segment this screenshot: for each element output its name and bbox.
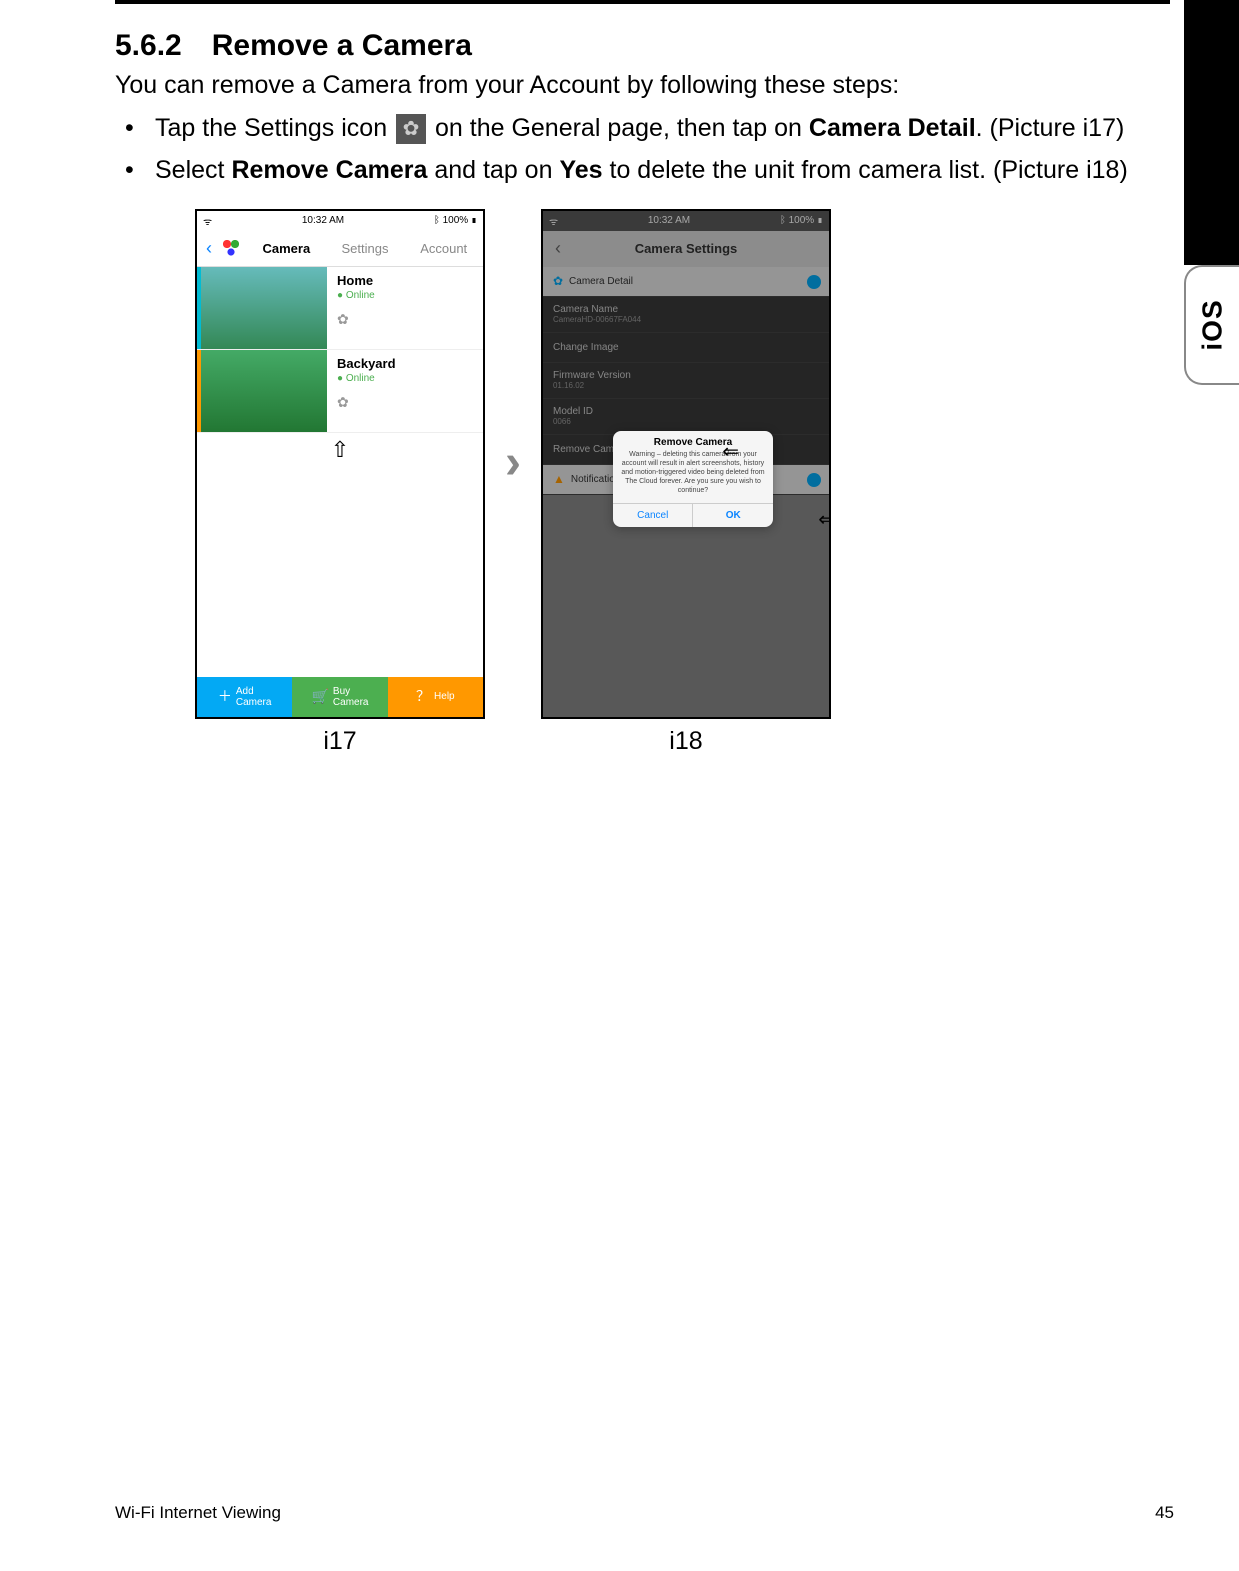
chevron-right-icon: › <box>505 435 521 490</box>
footer-left: Wi-Fi Internet Viewing <box>115 1503 281 1523</box>
camera-row-home[interactable]: Home Online ✿ <box>197 267 483 350</box>
ios-side-tab: iOS <box>1184 265 1239 385</box>
gear-icon[interactable]: ✿ <box>337 311 473 328</box>
bottom-bar: ＋Add Camera 🛒Buy Camera ？Help <box>197 677 483 717</box>
camera-thumbnail <box>197 350 327 432</box>
top-tabs: ‹ Camera Settings Account <box>197 231 483 267</box>
camera-name: Backyard <box>337 356 473 371</box>
help-button[interactable]: ？Help <box>388 677 483 717</box>
right-margin-black <box>1184 0 1239 265</box>
figures-row: ᯤ 10:32 AM ᛒ 100% ▮ ‹ Camera Settings Ac… <box>115 209 1170 756</box>
tab-settings[interactable]: Settings <box>326 241 405 256</box>
wifi-icon: ᯤ <box>203 214 212 228</box>
ios-label: iOS <box>1196 299 1228 350</box>
section-number: 5.6.2 <box>115 29 182 62</box>
status-battery: 100% <box>443 215 469 226</box>
dialog-body: Warning – deleting this camera from your… <box>613 450 773 503</box>
figure-i17: ᯤ 10:32 AM ᛒ 100% ▮ ‹ Camera Settings Ac… <box>195 209 485 756</box>
intro-text: You can remove a Camera from your Accoun… <box>115 71 1170 100</box>
camera-status: Online <box>337 373 473 384</box>
add-camera-button[interactable]: ＋Add Camera <box>197 677 292 717</box>
footer-page-number: 45 <box>1155 1503 1174 1523</box>
bluetooth-icon: ᛒ <box>434 215 443 226</box>
page-footer: Wi-Fi Internet Viewing 45 <box>115 1503 1174 1523</box>
tab-account[interactable]: Account <box>404 241 483 256</box>
arrow-left-icon <box>818 507 831 532</box>
battery-icon: ▮ <box>468 215 477 226</box>
plus-icon: ＋ <box>218 689 232 704</box>
steps-list: Tap the Settings icon ✿ on the General p… <box>115 110 1170 189</box>
section-title: Remove a Camera <box>212 29 472 62</box>
app-logo-icon <box>221 238 241 258</box>
gear-icon: ✿ <box>396 114 426 144</box>
camera-name: Home <box>337 273 473 288</box>
dialog-title: Remove Camera <box>613 431 773 450</box>
buy-camera-button[interactable]: 🛒Buy Camera <box>292 677 387 717</box>
tab-camera[interactable]: Camera <box>247 241 326 256</box>
cart-icon: 🛒 <box>311 689 328 704</box>
figure-caption-i18: i18 <box>541 727 831 756</box>
phone-i17: ᯤ 10:32 AM ᛒ 100% ▮ ‹ Camera Settings Ac… <box>195 209 485 719</box>
up-arrow-icon: ⇧ <box>197 437 483 463</box>
camera-row-backyard[interactable]: Backyard Online ✿ <box>197 350 483 433</box>
dialog-cancel-button[interactable]: Cancel <box>613 504 694 527</box>
status-time: 10:32 AM <box>302 215 344 226</box>
camera-thumbnail <box>197 267 327 349</box>
help-icon: ？ <box>416 689 430 704</box>
figure-caption-i17: i17 <box>195 727 485 756</box>
main-content: 5.6.2 Remove a Camera You can remove a Ca… <box>115 0 1170 756</box>
arrow-left-icon <box>722 439 739 464</box>
step-1: Tap the Settings icon ✿ on the General p… <box>115 110 1170 146</box>
gear-icon[interactable]: ✿ <box>337 394 473 411</box>
figure-i18: ᯤ 10:32 AM ᛒ 100% ▮ ‹ Camera Settings ✿ … <box>541 209 831 756</box>
remove-camera-dialog: Remove Camera Warning – deleting this ca… <box>613 431 773 527</box>
section-heading: 5.6.2 Remove a Camera <box>115 29 1170 63</box>
camera-status: Online <box>337 290 473 301</box>
back-chevron-icon[interactable]: ‹ <box>197 238 221 259</box>
dialog-ok-button[interactable]: OK <box>693 504 773 527</box>
step-2: Select Remove Camera and tap on Yes to d… <box>115 152 1170 188</box>
status-bar: ᯤ 10:32 AM ᛒ 100% ▮ <box>197 211 483 231</box>
phone-i18: ᯤ 10:32 AM ᛒ 100% ▮ ‹ Camera Settings ✿ … <box>541 209 831 719</box>
